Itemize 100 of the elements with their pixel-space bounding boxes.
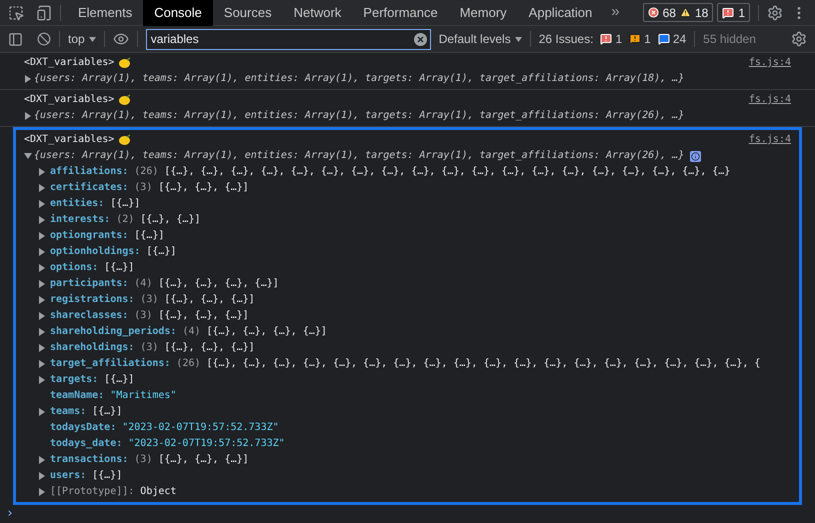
array-length: (3)	[140, 293, 158, 307]
property-value: [{…}, {…}, {…}]	[158, 309, 249, 323]
array-length: (2)	[116, 213, 134, 227]
dropdown-caret-icon	[88, 36, 96, 42]
property-name: shareclasses:	[50, 309, 128, 323]
collapsed-triangle-icon[interactable]	[24, 112, 32, 120]
property-name: optionholdings:	[50, 244, 140, 259]
property-name: transactions:	[50, 452, 128, 467]
property-value: [{…}, {…}, {…}]	[164, 293, 255, 307]
property-name: teamName:	[50, 389, 104, 403]
log-levels-dropdown[interactable]: Default levels	[438, 30, 522, 48]
property-name: targets:	[50, 373, 98, 387]
property-value: "2023-02-07T19:57:52.733Z"	[128, 437, 285, 451]
device-toolbar-icon[interactable]	[36, 4, 52, 20]
array-length: (4)	[182, 325, 200, 339]
property-name: users:	[50, 469, 86, 483]
object-summary[interactable]: {users: Array(1), teams: Array(1), entities: Array(1), targets: Array(1), target_affiliations: Array(18), …}	[34, 71, 684, 87]
property-value: [{…}, {…}, {…}, {…}, {…}, {…}, {…}, {…}, {…}, {…}, {…}, {…}, {…}, {…}, {…}, {…}, {…}, {…}, {…}	[164, 165, 730, 179]
expanded-triangle-icon[interactable]	[24, 152, 32, 160]
issue-warning-count: 1	[644, 31, 651, 48]
property-name: shareholdings:	[50, 340, 134, 355]
info-icon[interactable]	[690, 150, 702, 162]
property-name: todaysDate:	[50, 421, 116, 435]
panel-tab[interactable]: Performance	[352, 0, 449, 26]
array-length: (26)	[134, 165, 158, 179]
lemon-icon	[118, 94, 132, 106]
issue-warning-icon	[629, 33, 642, 45]
source-link[interactable]: fs.js:4	[748, 55, 791, 71]
issues-button[interactable]: 26 Issues: 1 1 24	[538, 30, 686, 48]
clear-console-icon[interactable]	[37, 32, 51, 46]
collapsed-triangle-icon[interactable]	[24, 75, 32, 83]
panel-tab[interactable]: Sources	[212, 0, 283, 26]
property-value: [{…}, {…}, {…}, {…}, {…}, {…}, {…}, {…}, {…}, {…}, {…}, {…}, {…}, {…}, {…}, {…}, {…}, {…}, {	[206, 357, 760, 371]
issue-error-icon	[600, 33, 612, 45]
settings-icon[interactable]	[767, 4, 783, 20]
filter-field[interactable]: variables	[146, 28, 431, 50]
issue-info-count: 24	[672, 31, 686, 48]
issue-count: 1	[738, 4, 745, 22]
property-name: registrations:	[50, 292, 134, 307]
property-name: target_affiliations:	[50, 356, 170, 371]
array-length: (3)	[134, 309, 152, 323]
panel-tab[interactable]: Application	[518, 0, 604, 26]
log-label: <DXT_variables>	[24, 56, 114, 70]
live-expression-icon[interactable]	[112, 31, 129, 47]
log-label: <DXT_variables>	[24, 133, 114, 147]
property-value: [{…}, {…}]	[140, 213, 200, 227]
property-name: [[Prototype]]:	[50, 485, 134, 499]
property-name: teams:	[50, 405, 86, 419]
array-length: (4)	[134, 277, 152, 291]
object-summary[interactable]: {users: Array(1), teams: Array(1), entities: Array(1), targets: Array(1), target_affiliations: Array(26), …}	[34, 108, 684, 124]
console-message[interactable]: <DXT_variables> fs.js:4 {users: Array(1), teams: Array(1), entities: Array(1), targets: Array(1), target_affiliations: Array(26), …}	[0, 90, 815, 127]
warning-icon	[680, 7, 691, 18]
sidebar-toggle-icon[interactable]	[8, 32, 23, 46]
object-summary[interactable]: {users: Array(1), teams: Array(1), entities: Array(1), targets: Array(1), target_affiliations: Array(26), …}	[34, 148, 684, 164]
property-value: [{…}, {…}, {…}]	[158, 453, 249, 467]
source-link[interactable]: fs.js:4	[748, 132, 791, 148]
issue-error-count: 1	[615, 31, 622, 48]
lemon-icon	[118, 134, 132, 146]
collapsed-triangle-icon[interactable]	[38, 408, 46, 416]
context-dropdown[interactable]: top	[68, 30, 96, 48]
error-icon	[648, 7, 659, 18]
property-name: shareholding_periods:	[50, 324, 176, 339]
property-value: [{…}, {…}, {…}]	[158, 181, 249, 195]
dropdown-caret-icon	[514, 36, 522, 42]
panel-tab[interactable]: Console	[143, 0, 213, 26]
property-value: [{…}]	[104, 261, 134, 275]
issues-counter[interactable]: 1	[717, 3, 750, 22]
property-value: [{…}, {…}, {…}]	[164, 341, 255, 355]
property-value: [{…}]	[110, 197, 140, 211]
source-link[interactable]: fs.js:4	[748, 92, 791, 108]
property-value: [{…}, {…}, {…}, {…}]	[206, 325, 327, 339]
property-value: [{…}]	[146, 245, 176, 259]
issue-info-icon	[658, 33, 670, 45]
lemon-icon	[118, 57, 132, 69]
property-name: affiliations:	[50, 164, 128, 179]
log-label: <DXT_variables>	[24, 93, 114, 107]
panel-tab[interactable]: Network	[282, 0, 352, 26]
property-name: options:	[50, 260, 98, 275]
property-name: certificates:	[50, 180, 128, 195]
array-length: (3)	[134, 181, 152, 195]
property-name: participants:	[50, 276, 128, 291]
error-warning-counter[interactable]: 68 18	[642, 3, 714, 22]
warning-count: 18	[694, 4, 708, 22]
inspect-icon[interactable]	[8, 4, 24, 20]
more-tabs-button[interactable]: »	[603, 1, 628, 24]
property-value: [{…}, {…}, {…}, {…}]	[158, 277, 279, 291]
selected-message[interactable]	[13, 127, 802, 505]
console-message[interactable]: <DXT_variables> fs.js:4 {users: Array(1), teams: Array(1), entities: Array(1), targets: Array(1), target_affiliations: Array(18), …}	[0, 53, 815, 90]
property-value: [{…}]	[134, 229, 164, 243]
hidden-count: 55 hidden	[703, 31, 756, 48]
panel-tab[interactable]: Elements	[67, 0, 144, 26]
property-name: entities:	[50, 196, 104, 211]
panel-tab[interactable]: Memory	[448, 0, 518, 26]
property-value: Object	[140, 485, 176, 499]
console-settings-icon[interactable]	[791, 31, 807, 47]
property-value: "Maritimes"	[110, 389, 176, 403]
property-name: todays_date:	[50, 437, 122, 451]
property-value: "2023-02-07T19:57:52.733Z"	[122, 421, 279, 435]
array-length: (3)	[140, 341, 158, 355]
console-prompt[interactable]: ›	[6, 506, 14, 522]
